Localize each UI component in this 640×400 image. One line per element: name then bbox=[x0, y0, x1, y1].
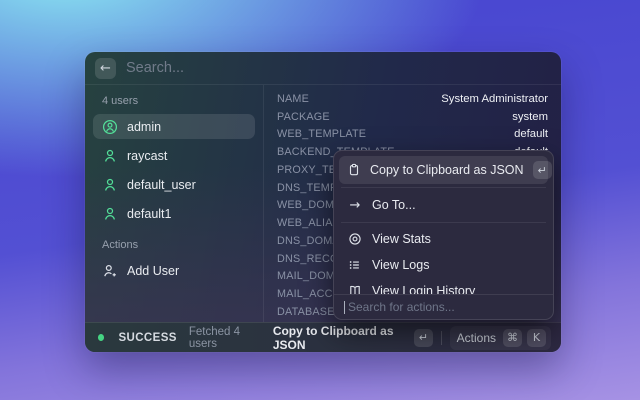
detail-row: NAMESystem Administrator bbox=[277, 90, 548, 108]
actions-menu: Copy to Clipboard as JSON ↵ → Go To... V… bbox=[333, 150, 554, 320]
menu-item-label: View Login History bbox=[372, 284, 475, 294]
clipboard-icon bbox=[347, 163, 361, 177]
actions-section-header: Actions bbox=[102, 239, 255, 251]
add-user-row[interactable]: Add User bbox=[93, 258, 255, 283]
primary-action-button[interactable]: Copy to Clipboard as JSON bbox=[273, 324, 406, 352]
menu-separator bbox=[341, 222, 546, 223]
user-icon bbox=[102, 177, 118, 193]
menu-item-view-logs[interactable]: View Logs bbox=[339, 252, 548, 278]
user-row-admin[interactable]: admin bbox=[93, 114, 255, 139]
status-label: SUCCESS bbox=[118, 332, 176, 344]
status-bar: SUCCESS Fetched 4 users Copy to Clipboar… bbox=[85, 322, 561, 352]
detail-row: WEB_TEMPLATEdefault bbox=[277, 126, 548, 144]
menu-item-view-login-history[interactable]: View Login History bbox=[339, 278, 548, 294]
user-label: default1 bbox=[127, 207, 171, 221]
k-key-badge: K bbox=[527, 329, 546, 347]
search-input[interactable]: Search... bbox=[126, 60, 184, 76]
status-message: Fetched 4 users bbox=[189, 326, 265, 350]
actions-button-label: Actions bbox=[457, 331, 496, 345]
actions-search-input[interactable]: Search for actions... bbox=[334, 294, 553, 319]
enter-key-badge: ↵ bbox=[533, 161, 552, 179]
add-user-label: Add User bbox=[127, 264, 179, 278]
actions-menu-button[interactable]: Actions ⌘ K bbox=[450, 326, 551, 350]
stats-target-icon bbox=[347, 232, 363, 246]
menu-item-go-to[interactable]: → Go To... bbox=[339, 191, 548, 219]
user-plus-icon bbox=[102, 263, 118, 279]
book-icon bbox=[347, 284, 363, 294]
actions-menu-list: Copy to Clipboard as JSON ↵ → Go To... V… bbox=[334, 151, 553, 294]
menu-item-label: Copy to Clipboard as JSON bbox=[370, 163, 524, 177]
users-sidebar: 4 users admin raycast bbox=[85, 85, 263, 322]
arrow-right-icon: → bbox=[347, 198, 363, 213]
user-label: raycast bbox=[127, 149, 167, 163]
menu-item-label: Go To... bbox=[372, 198, 416, 212]
back-arrow-icon: ← bbox=[100, 61, 111, 76]
enter-key-badge: ↵ bbox=[414, 329, 433, 347]
user-label: default_user bbox=[127, 178, 196, 192]
user-circle-icon bbox=[102, 119, 118, 135]
user-row-default1[interactable]: default1 bbox=[93, 201, 255, 226]
success-status-dot bbox=[98, 334, 104, 341]
search-bar: ← Search... bbox=[85, 52, 561, 85]
menu-item-label: View Stats bbox=[372, 232, 431, 246]
actions-search-placeholder: Search for actions... bbox=[348, 300, 455, 314]
command-key-badge: ⌘ bbox=[503, 329, 522, 347]
user-row-raycast[interactable]: raycast bbox=[93, 143, 255, 168]
user-icon bbox=[102, 206, 118, 222]
user-row-default-user[interactable]: default_user bbox=[93, 172, 255, 197]
raycast-window: ← Search... 4 users admin bbox=[85, 52, 561, 352]
menu-item-view-stats[interactable]: View Stats bbox=[339, 226, 548, 252]
detail-row: PACKAGEsystem bbox=[277, 108, 548, 126]
list-lines-icon bbox=[347, 258, 363, 272]
status-bar-divider bbox=[441, 331, 442, 345]
user-icon bbox=[102, 148, 118, 164]
menu-separator bbox=[341, 187, 546, 188]
text-cursor bbox=[344, 301, 345, 314]
user-label: admin bbox=[127, 120, 161, 134]
back-button[interactable]: ← bbox=[95, 58, 116, 79]
menu-item-copy-to-clipboard-json[interactable]: Copy to Clipboard as JSON ↵ bbox=[339, 156, 548, 184]
status-bar-actions: Copy to Clipboard as JSON ↵ Actions ⌘ K bbox=[273, 324, 551, 352]
users-section-header: 4 users bbox=[102, 95, 255, 107]
menu-item-label: View Logs bbox=[372, 258, 429, 272]
